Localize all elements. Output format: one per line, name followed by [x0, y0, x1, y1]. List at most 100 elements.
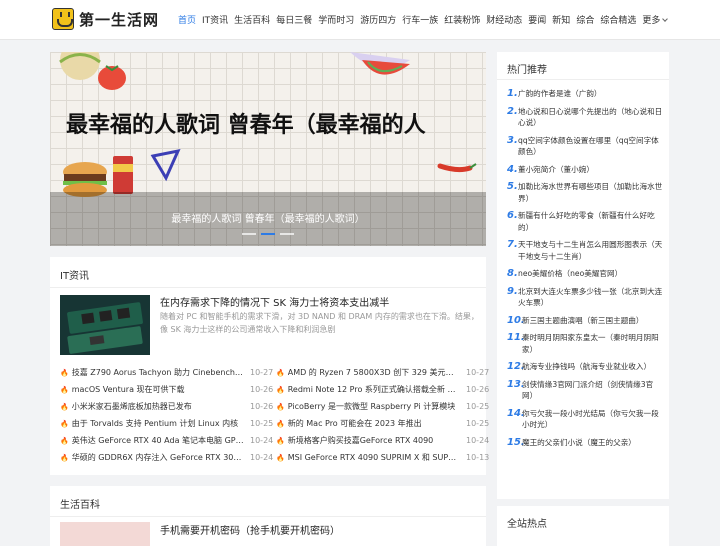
list-item[interactable]: 🔥 AMD 的 Ryzen 7 5800X3D 创下 329 美元新低价 10-27	[276, 364, 490, 381]
list-item[interactable]: 🔥 由于 Torvalds 支持 Pentium 计划 Linux 内核 10-25	[60, 415, 273, 432]
nav-item[interactable]: 要闻	[528, 13, 546, 26]
divider	[50, 516, 486, 517]
rank-number: 8.	[507, 268, 518, 279]
hot-item-text: 新三国主题曲演唱（新三国主题曲）	[522, 315, 644, 325]
hot-item[interactable]: 1. 广韵的作者是谁（广韵）	[507, 88, 663, 100]
carousel-indicators	[242, 233, 294, 235]
fire-icon: 🔥	[276, 385, 285, 394]
hero-banner-text: 最幸福的人歌词 曾春年（最幸福的人	[66, 113, 426, 138]
site-logo[interactable]: 第一生活网	[52, 8, 159, 30]
nav-item[interactable]: 财经动态	[486, 13, 522, 26]
featured-description: 随着对 PC 和智能手机的需求下滑，对 3D NAND 和 DRAM 内存的需求…	[160, 312, 479, 334]
rank-number: 11.	[507, 332, 525, 343]
it-news-card: IT资讯 在内存需求下降的情况下 SK 海力士将资本支出减半 随着对 PC 和智…	[50, 257, 490, 475]
nav-item[interactable]: 学而时习	[318, 13, 354, 26]
list-item[interactable]: 🔥 Redmi Note 12 Pro 系列正式确认搭载全新 2 亿像素 10-26	[276, 381, 489, 398]
nav-item[interactable]: 综合精选	[600, 13, 636, 26]
item-title: 新的 Mac Pro 可能会在 2023 年推出	[287, 419, 422, 428]
list-item[interactable]: 🔥 MSI GeForce RTX 4090 SUPRIM X 和 SUPRIM …	[276, 449, 489, 466]
list-item[interactable]: 🔥技嘉 Z790 Aorus Tachyon 助力 Cinebench R23 …	[60, 364, 273, 381]
logo-icon	[52, 8, 74, 30]
hot-item[interactable]: 13. 剑侠情缘3官网门派介绍（剑侠情缘3官网）	[507, 379, 663, 402]
hero-carousel[interactable]: 最幸福的人歌词 曾春年（最幸福的人 最幸福的人歌词 曾春年（最幸福的人歌词）	[50, 52, 486, 246]
hot-item[interactable]: 12. 航海专业挣钱吗（航海专业就业收入）	[507, 361, 663, 373]
fire-icon: 🔥	[276, 436, 285, 445]
item-title: macOS Ventura 现在可供下载	[71, 385, 185, 394]
item-title: AMD 的 Ryzen 7 5800X3D 创下 329 美元新低价	[287, 368, 460, 377]
featured-title[interactable]: 在内存需求下降的情况下 SK 海力士将资本支出减半	[160, 294, 389, 309]
list-item[interactable]: 🔥 新境格客户购买技嘉GeForce RTX 4090 10-24	[276, 432, 490, 449]
nav-item[interactable]: 游历四方	[360, 13, 396, 26]
nav-item[interactable]: IT资讯	[202, 13, 228, 26]
item-title: 英伟达 GeForce RTX 40 Ada 笔记本电脑 GPU 规格	[71, 436, 244, 445]
nav-item[interactable]: 首页	[178, 13, 196, 26]
section-title[interactable]: 生活百科	[60, 496, 100, 511]
item-date: 10-24	[466, 436, 490, 445]
hot-item-text: 地心说和日心说哪个先提出的（地心说和日心说）	[518, 106, 663, 128]
rank-number: 12.	[507, 361, 525, 372]
featured-thumbnail[interactable]	[60, 522, 150, 546]
hot-item[interactable]: 3. qq空间字体颜色设置在哪里（qq空间字体颜色）	[507, 135, 663, 158]
item-title: 由于 Torvalds 支持 Pentium 计划 Linux 内核	[71, 419, 239, 428]
list-item[interactable]: 🔥 PicoBerry 是一款微型 Raspberry Pi 计算模块 10-25	[276, 398, 489, 415]
nav-item[interactable]: 行车一族	[402, 13, 438, 26]
item-date: 10-27	[466, 368, 490, 377]
nav-item[interactable]: 新知	[552, 13, 570, 26]
section-title[interactable]: IT资讯	[60, 267, 89, 282]
hot-item[interactable]: 5. 加勒比海水世界有哪些项目（加勒比海水世界）	[507, 181, 663, 204]
divider	[497, 79, 669, 80]
list-item[interactable]: 🔥 英伟达 GeForce RTX 40 Ada 笔记本电脑 GPU 规格 10-2…	[60, 432, 273, 449]
hot-item-text: 天干地支与十二生肖怎么用圆形图表示（天干地支与十二生肖）	[518, 240, 663, 261]
rank-number: 1.	[507, 88, 518, 99]
hot-item[interactable]: 9. 北京到大连火车票多少钱一张（北京到大连火车票）	[507, 286, 663, 309]
hot-item[interactable]: 15. 魔王的父亲们小说（魔王的父亲）	[507, 437, 663, 449]
hot-item[interactable]: 6. 新疆有什么好吃的零食（新疆有什么好吃的）	[507, 210, 663, 233]
hot-item[interactable]: 7. 天干地支与十二生肖怎么用圆形图表示（天干地支与十二生肖）	[507, 239, 663, 262]
hero-caption[interactable]: 最幸福的人歌词 曾春年（最幸福的人歌词）	[50, 210, 486, 225]
carousel-dot[interactable]	[242, 233, 256, 235]
fire-icon: 🔥	[60, 436, 69, 445]
carousel-dot-active[interactable]	[261, 233, 275, 235]
chevron-down-icon	[662, 16, 669, 22]
hot-item[interactable]: 11. 秦时明月阴阳家东皇太一（秦时明月阴阳家）	[507, 332, 663, 355]
rank-number: 4.	[507, 163, 518, 175]
rank-number: 14.	[507, 407, 525, 419]
list-item[interactable]: 🔥 华硕的 GDDR6X 内存注入 GeForce RTX 3060 Ti 10-2…	[60, 449, 273, 466]
featured-title[interactable]: 手机需要开机密码（抢手机要开机密码）	[160, 522, 340, 537]
hot-item[interactable]: 4. 董小宛简介（董小婉）	[507, 164, 663, 176]
nav-item[interactable]: 生活百科	[234, 13, 270, 26]
item-title: 华硕的 GDDR6X 内存注入 GeForce RTX 3060 Ti	[71, 453, 244, 462]
hot-item[interactable]: 10. 新三国主题曲演唱（新三国主题曲）	[507, 315, 663, 327]
item-date: 10-25	[466, 419, 490, 428]
carousel-dot[interactable]	[280, 233, 294, 235]
hot-item-text: 魔王的父亲们小说（魔王的父亲）	[522, 437, 636, 447]
divider	[50, 287, 486, 288]
list-item[interactable]: 🔥 小米米家石墨烯底板加热器已发布 10-26	[60, 398, 273, 415]
list-item[interactable]: 🔥 macOS Ventura 现在可供下载 10-26	[60, 381, 273, 398]
rank-number: 15.	[507, 436, 525, 448]
rank-number: 3.	[507, 134, 518, 146]
item-title: PicoBerry 是一款微型 Raspberry Pi 计算模块	[287, 402, 456, 411]
hot-item[interactable]: 2. 地心说和日心说哪个先提出的（地心说和日心说）	[507, 106, 663, 129]
hot-item[interactable]: 8. neo美耀价格（neo美耀官网）	[507, 268, 663, 280]
list-item[interactable]: 🔥 新的 Mac Pro 可能会在 2023 年推出 10-25	[276, 415, 490, 432]
item-title: MSI GeForce RTX 4090 SUPRIM X 和 SUPRIM L…	[287, 453, 460, 462]
panel-title: 全站热点	[507, 519, 547, 530]
hot-item[interactable]: 14. 你亏欠我一段小时光结局（你亏欠我一段小时光）	[507, 408, 663, 431]
news-list-left: 🔥技嘉 Z790 Aorus Tachyon 助力 Cinebench R23 …	[60, 364, 273, 466]
nav-item[interactable]: 红装粉饰	[444, 13, 480, 26]
hot-item-text: 广韵的作者是谁（广韵）	[518, 89, 602, 98]
nav-more[interactable]: 更多	[642, 13, 669, 26]
rank-number: 13.	[507, 378, 525, 390]
hot-item-text: 北京到大连火车票多少钱一张（北京到大连火车票）	[518, 286, 663, 308]
hot-recommend-panel: 热门推荐 1. 广韵的作者是谁（广韵） 2. 地心说和日心说哪个先提出的（地心说和日…	[497, 52, 669, 499]
fire-icon: 🔥	[60, 402, 69, 411]
item-title: 新境格客户购买技嘉GeForce RTX 4090	[287, 436, 434, 445]
nav-item[interactable]: 综合	[576, 13, 594, 26]
rank-number: 6.	[507, 210, 518, 221]
nav-item[interactable]: 每日三餐	[276, 13, 312, 26]
rank-number: 9.	[507, 285, 518, 297]
rank-number: 7.	[507, 239, 518, 250]
featured-thumbnail[interactable]	[60, 295, 150, 355]
fire-icon: 🔥	[276, 368, 285, 377]
